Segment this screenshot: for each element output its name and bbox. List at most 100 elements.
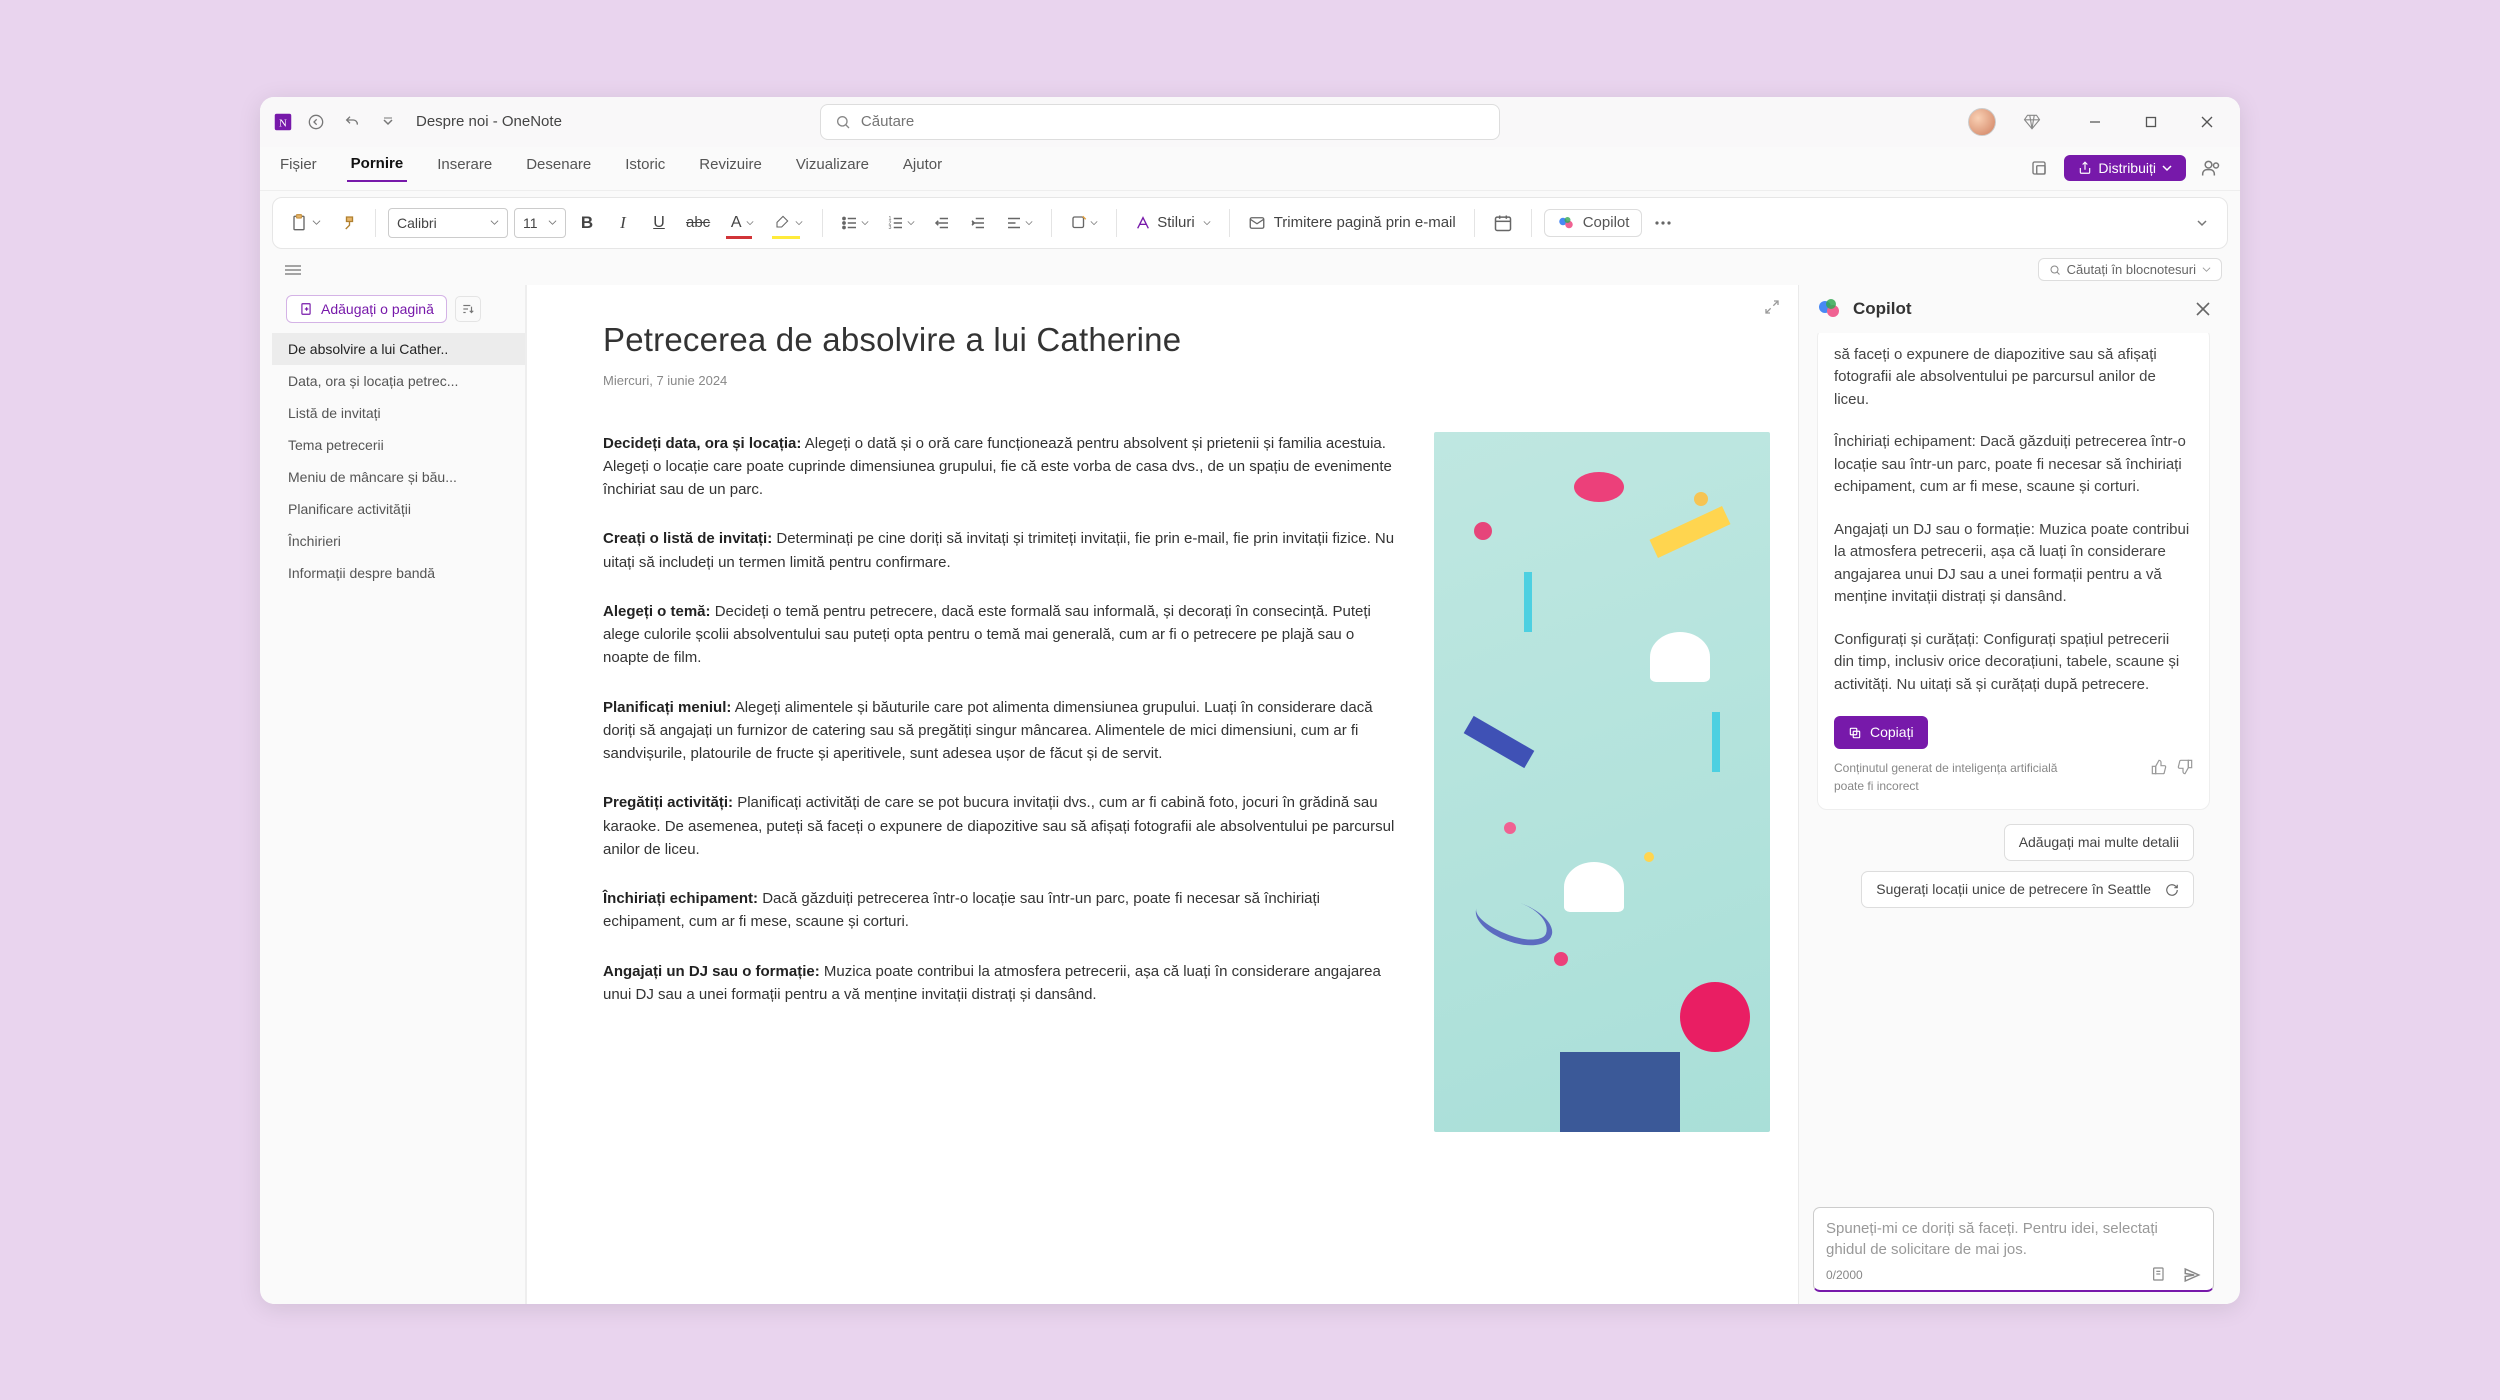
search-icon	[2049, 264, 2061, 276]
tab-review[interactable]: Revizuire	[695, 156, 766, 181]
search-icon	[835, 114, 851, 130]
copilot-response-card: să faceți o expunere de diapozitive sau …	[1817, 333, 2210, 811]
customize-qat-icon[interactable]	[374, 108, 402, 136]
thumbs-down-icon[interactable]	[2177, 759, 2193, 775]
onenote-app-icon: N	[272, 111, 294, 133]
numbering-button[interactable]: 123	[881, 205, 921, 241]
copilot-ribbon-button[interactable]: Copilot	[1544, 209, 1643, 237]
feed-icon[interactable]	[2026, 155, 2052, 181]
email-page-button[interactable]: Trimitere pagină prin e-mail	[1242, 205, 1462, 241]
bullets-button[interactable]	[835, 205, 875, 241]
page-item[interactable]: Închirieri	[272, 525, 525, 557]
search-bar[interactable]	[820, 104, 1500, 140]
tab-draw[interactable]: Desenare	[522, 156, 595, 181]
tab-file[interactable]: Fișier	[276, 156, 321, 181]
thumbs-up-icon[interactable]	[2151, 759, 2167, 775]
copy-button[interactable]: Copiați	[1834, 716, 1928, 749]
copy-icon	[1848, 726, 1862, 740]
sub-bar: Căutați în blocnotesuri	[260, 255, 2240, 285]
page-item[interactable]: Planificare activității	[272, 493, 525, 525]
tab-insert[interactable]: Inserare	[433, 156, 496, 181]
strikethrough-button[interactable]: abc	[680, 205, 716, 241]
chevron-down-icon	[2162, 163, 2172, 173]
copilot-para: Angajați un DJ sau o formație: Muzica po…	[1834, 519, 2193, 609]
page-title[interactable]: Petrecerea de absolvire a lui Catherine	[603, 321, 1770, 359]
tab-history[interactable]: Istoric	[621, 156, 669, 181]
suggestion-chip[interactable]: Adăugați mai multe detalii	[2004, 824, 2194, 861]
user-avatar[interactable]	[1968, 108, 1996, 136]
copilot-placeholder: Spuneți-mi ce doriți să faceți. Pentru i…	[1826, 1218, 2201, 1262]
page-list: De absolvire a lui Cather.. Data, ora și…	[272, 333, 525, 589]
document-title: Despre noi - OneNote	[416, 113, 562, 130]
page-item[interactable]: Informații despre bandă	[272, 557, 525, 589]
align-button[interactable]	[999, 205, 1039, 241]
copilot-panel: Copilot să faceți o expunere de diapozit…	[1798, 285, 2228, 1304]
font-size-select[interactable]: 11	[514, 208, 566, 238]
tab-home[interactable]: Pornire	[347, 155, 408, 182]
page-item[interactable]: Listă de invitați	[272, 397, 525, 429]
search-input[interactable]	[861, 113, 1485, 130]
main-area: Adăugați o pagină De absolvire a lui Cat…	[260, 285, 2240, 1304]
copilot-disclaimer: Conținutul generat de inteligența artifi…	[1834, 759, 2084, 795]
char-counter: 0/2000	[1826, 1268, 1863, 1282]
ribbon-collapse-button[interactable]	[2187, 205, 2217, 241]
menu-bar: Fișier Pornire Inserare Desenare Istoric…	[260, 147, 2240, 191]
styles-button[interactable]: Stiluri	[1129, 205, 1217, 241]
indent-button[interactable]	[963, 205, 993, 241]
page-date: Miercuri, 7 iunie 2024	[603, 373, 1770, 388]
teams-icon[interactable]	[2198, 155, 2224, 181]
app-window: N Despre noi - OneNote Fișier Pornire In…	[260, 97, 2240, 1304]
svg-text:3: 3	[889, 225, 892, 231]
page-item[interactable]: Tema petrecerii	[272, 429, 525, 461]
send-icon[interactable]	[2183, 1266, 2201, 1284]
page-list-panel: Adăugați o pagină De absolvire a lui Cat…	[272, 285, 526, 1304]
copilot-close-button[interactable]	[2196, 302, 2210, 316]
document-canvas[interactable]: Petrecerea de absolvire a lui Catherine …	[526, 285, 1798, 1304]
tab-view[interactable]: Vizualizare	[792, 156, 873, 181]
copilot-para: Închiriați echipament: Dacă găzduiți pet…	[1834, 431, 2193, 499]
copilot-para: Configurați și curățați: Configurați spa…	[1834, 629, 2193, 697]
maximize-button[interactable]	[2130, 106, 2172, 138]
share-icon	[2078, 161, 2092, 175]
outdent-button[interactable]	[927, 205, 957, 241]
tag-button[interactable]	[1064, 205, 1104, 241]
add-page-icon	[299, 302, 313, 316]
search-notebooks[interactable]: Căutați în blocnotesuri	[2038, 258, 2222, 281]
page-item[interactable]: Meniu de mâncare și bău...	[272, 461, 525, 493]
page-body[interactable]: Decideți data, ora și locația: Alegeți o…	[603, 432, 1404, 1033]
close-button[interactable]	[2186, 106, 2228, 138]
suggestion-chip[interactable]: Sugerați locații unice de petrecere în S…	[1861, 871, 2194, 908]
ribbon: Calibri 11 B I U abc A 123 Stiluri Trimi…	[272, 197, 2228, 249]
bold-button[interactable]: B	[572, 205, 602, 241]
meeting-button[interactable]	[1487, 205, 1519, 241]
add-page-button[interactable]: Adăugați o pagină	[286, 295, 447, 323]
minimize-button[interactable]	[2074, 106, 2116, 138]
copilot-input[interactable]: Spuneți-mi ce doriți să faceți. Pentru i…	[1813, 1207, 2214, 1292]
italic-button[interactable]: I	[608, 205, 638, 241]
font-select[interactable]: Calibri	[388, 208, 508, 238]
refresh-icon[interactable]	[2165, 883, 2179, 897]
page-item[interactable]: Data, ora și locația petrec...	[272, 365, 525, 397]
page-item[interactable]: De absolvire a lui Cather..	[272, 333, 525, 365]
copilot-title: Copilot	[1853, 299, 2184, 319]
party-image[interactable]	[1434, 432, 1770, 1132]
nav-toggle-icon[interactable]	[278, 258, 308, 282]
highlight-button[interactable]	[768, 205, 810, 241]
format-painter-button[interactable]	[333, 205, 363, 241]
share-button[interactable]: Distribuiți	[2064, 155, 2186, 181]
svg-text:N: N	[279, 117, 287, 129]
paste-button[interactable]	[283, 205, 327, 241]
title-bar: N Despre noi - OneNote	[260, 97, 2240, 147]
font-color-button[interactable]: A	[722, 205, 762, 241]
sort-button[interactable]	[455, 296, 481, 322]
undo-icon[interactable]	[338, 108, 366, 136]
diamond-icon[interactable]	[2018, 108, 2046, 136]
more-button[interactable]	[1648, 205, 1678, 241]
underline-button[interactable]: U	[644, 205, 674, 241]
copilot-icon	[1557, 214, 1575, 232]
tab-help[interactable]: Ajutor	[899, 156, 946, 181]
back-icon[interactable]	[302, 108, 330, 136]
prompt-guide-icon[interactable]	[2151, 1266, 2167, 1284]
copilot-body: să faceți o expunere de diapozitive sau …	[1799, 333, 2228, 1201]
copilot-logo-icon	[1817, 297, 1841, 321]
